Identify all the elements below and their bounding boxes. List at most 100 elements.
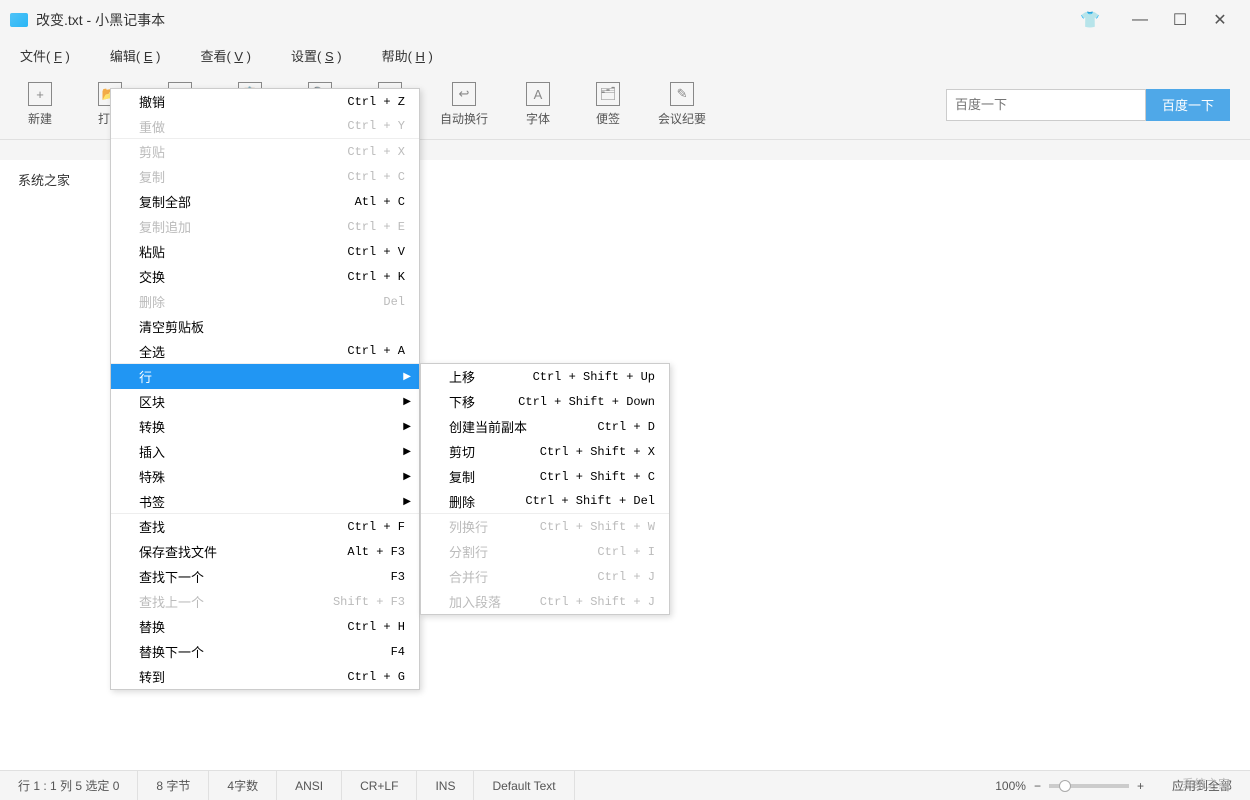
status-insert[interactable]: INS xyxy=(417,771,474,800)
menu-item-label: 查找上一个 xyxy=(139,592,204,611)
menu-item[interactable]: 查找Ctrl + F xyxy=(111,514,419,539)
menu-item[interactable]: 复制全部Atl + C xyxy=(111,189,419,214)
editor-text: 系统之家 xyxy=(18,173,70,188)
menu-item-shortcut: Del xyxy=(383,295,405,309)
menu-item-shortcut: Ctrl + F xyxy=(347,520,405,534)
menu-item-shortcut: Ctrl + H xyxy=(347,620,405,634)
menu-item-label: 复制追加 xyxy=(139,217,191,236)
menu-item-shortcut: Ctrl + E xyxy=(347,220,405,234)
status-bytes: 8 字节 xyxy=(138,771,209,800)
menu-item-label: 转换 xyxy=(139,417,165,436)
menu-item-shortcut: Ctrl + X xyxy=(347,145,405,159)
menu-item[interactable]: 剪切Ctrl + Shift + X xyxy=(421,439,669,464)
menu-item[interactable]: 创建当前副本Ctrl + D xyxy=(421,414,669,439)
tool-icon: + xyxy=(28,82,52,106)
edit-dropdown-menu: 撤销Ctrl + Z重做Ctrl + Y剪贴Ctrl + X复制Ctrl + C… xyxy=(110,88,420,690)
menu-f[interactable]: 文件( F ) xyxy=(20,46,70,65)
menu-item: 分割行Ctrl + I xyxy=(421,539,669,564)
menu-item-shortcut: Ctrl + I xyxy=(597,545,655,559)
tool-8[interactable]: 🗂 便签 xyxy=(588,82,628,127)
menu-item[interactable]: 替换 Ctrl + H xyxy=(111,614,419,639)
menu-item-shortcut: F4 xyxy=(391,645,405,659)
menu-s[interactable]: 设置( S ) xyxy=(291,46,342,65)
tool-9[interactable]: ✎会议纪要 xyxy=(658,82,706,127)
menu-item-label: 粘贴 xyxy=(139,242,165,261)
menu-item-shortcut: F3 xyxy=(391,570,405,584)
menu-item-shortcut: Alt + F3 xyxy=(347,545,405,559)
menu-item[interactable]: 转换 ▶ xyxy=(111,414,419,439)
menu-item-label: 替换下一个 xyxy=(139,642,204,661)
menu-item[interactable]: 查找下一个 F3 xyxy=(111,564,419,589)
tool-label: 字体 xyxy=(526,110,550,127)
menu-item-shortcut: Ctrl + Shift + J xyxy=(540,595,655,609)
menu-item: 删除 Del xyxy=(111,289,419,314)
tshirt-icon[interactable]: 👕 xyxy=(1080,10,1100,30)
menu-item-shortcut: Ctrl + A xyxy=(347,344,405,358)
status-lang[interactable]: Default Text xyxy=(474,771,574,800)
tool-icon: A xyxy=(526,82,550,106)
menu-item[interactable]: 保存查找文件 Alt + F3 xyxy=(111,539,419,564)
status-eol[interactable]: CR+LF xyxy=(342,771,417,800)
search-input[interactable] xyxy=(946,89,1146,121)
status-position: 行 1 : 1 列 5 选定 0 xyxy=(0,771,138,800)
zoom-in-icon[interactable]: + xyxy=(1137,779,1144,793)
tool-0[interactable]: + 新建 xyxy=(20,82,60,127)
menu-item-shortcut: Atl + C xyxy=(355,195,405,209)
menu-item[interactable]: 交换Ctrl + K xyxy=(111,264,419,289)
zoom-slider[interactable] xyxy=(1049,784,1129,788)
tool-label: 便签 xyxy=(596,110,620,127)
menu-item-label: 替换 xyxy=(139,617,165,636)
menu-item-shortcut: Ctrl + Shift + Del xyxy=(525,494,655,508)
menu-item-shortcut: Ctrl + V xyxy=(347,245,405,259)
menu-item[interactable]: 行▶ xyxy=(111,364,419,389)
maximize-button[interactable]: ☐ xyxy=(1160,10,1200,30)
menu-item-label: 撤销 xyxy=(139,92,165,111)
menu-item[interactable]: 书签▶ xyxy=(111,489,419,514)
submenu-arrow-icon: ▶ xyxy=(403,396,411,407)
menu-item: 查找上一个Shift + F3 xyxy=(111,589,419,614)
menu-item[interactable]: 区块▶ xyxy=(111,389,419,414)
menu-item-label: 书签 xyxy=(139,492,165,511)
menu-item-label: 保存查找文件 xyxy=(139,542,217,561)
menu-item[interactable]: 替换下一个 F4 xyxy=(111,639,419,664)
close-button[interactable]: ✕ xyxy=(1200,10,1240,30)
menu-item: 合并行Ctrl + J xyxy=(421,564,669,589)
menu-item[interactable]: 粘贴 Ctrl + V xyxy=(111,239,419,264)
menu-item-label: 加入段落 xyxy=(449,592,501,611)
menu-v[interactable]: 查看( V ) xyxy=(200,46,251,65)
menu-item[interactable]: 撤销Ctrl + Z xyxy=(111,89,419,114)
menu-item-shortcut: Ctrl + Shift + C xyxy=(540,470,655,484)
menu-item[interactable]: 插入▶ xyxy=(111,439,419,464)
menu-item-label: 复制 xyxy=(139,167,165,186)
zoom-value: 100% xyxy=(995,779,1026,793)
tool-icon: 🗂 xyxy=(596,82,620,106)
menu-item: 列换行Ctrl + Shift + W xyxy=(421,514,669,539)
tool-label: 新建 xyxy=(28,110,52,127)
menu-item[interactable]: 复制 Ctrl + Shift + C xyxy=(421,464,669,489)
menu-item-label: 删除 xyxy=(139,292,165,311)
tool-7[interactable]: A 字体 xyxy=(518,82,558,127)
submenu-arrow-icon: ▶ xyxy=(403,421,411,432)
menu-item-label: 剪切 xyxy=(449,442,475,461)
menu-item-label: 重做 xyxy=(139,117,165,136)
menu-item[interactable]: 上移Ctrl + Shift + Up xyxy=(421,364,669,389)
menu-item-shortcut: Ctrl + Shift + W xyxy=(540,520,655,534)
menu-item: 复制Ctrl + C xyxy=(111,164,419,189)
zoom-control[interactable]: 100% − + xyxy=(985,779,1154,793)
zoom-out-icon[interactable]: − xyxy=(1034,779,1041,793)
menu-item[interactable]: 清空剪贴板 xyxy=(111,314,419,339)
menu-item[interactable]: 删除Ctrl + Shift + Del xyxy=(421,489,669,514)
tool-6[interactable]: ↩自动换行 xyxy=(440,82,488,127)
menu-item[interactable]: 转到Ctrl + G xyxy=(111,664,419,689)
search-button[interactable]: 百度一下 xyxy=(1146,89,1230,121)
menu-item-label: 查找下一个 xyxy=(139,567,204,586)
menu-item[interactable]: 全选Ctrl + A xyxy=(111,339,419,364)
menu-item[interactable]: 下移Ctrl + Shift + Down xyxy=(421,389,669,414)
menu-h[interactable]: 帮助( H ) xyxy=(382,46,433,65)
minimize-button[interactable]: — xyxy=(1120,11,1160,29)
tool-icon: ✎ xyxy=(670,82,694,106)
menu-item-label: 复制 xyxy=(449,467,475,486)
status-encoding[interactable]: ANSI xyxy=(277,771,342,800)
menu-e[interactable]: 编辑( E ) xyxy=(110,46,161,65)
menu-item[interactable]: 特殊▶ xyxy=(111,464,419,489)
